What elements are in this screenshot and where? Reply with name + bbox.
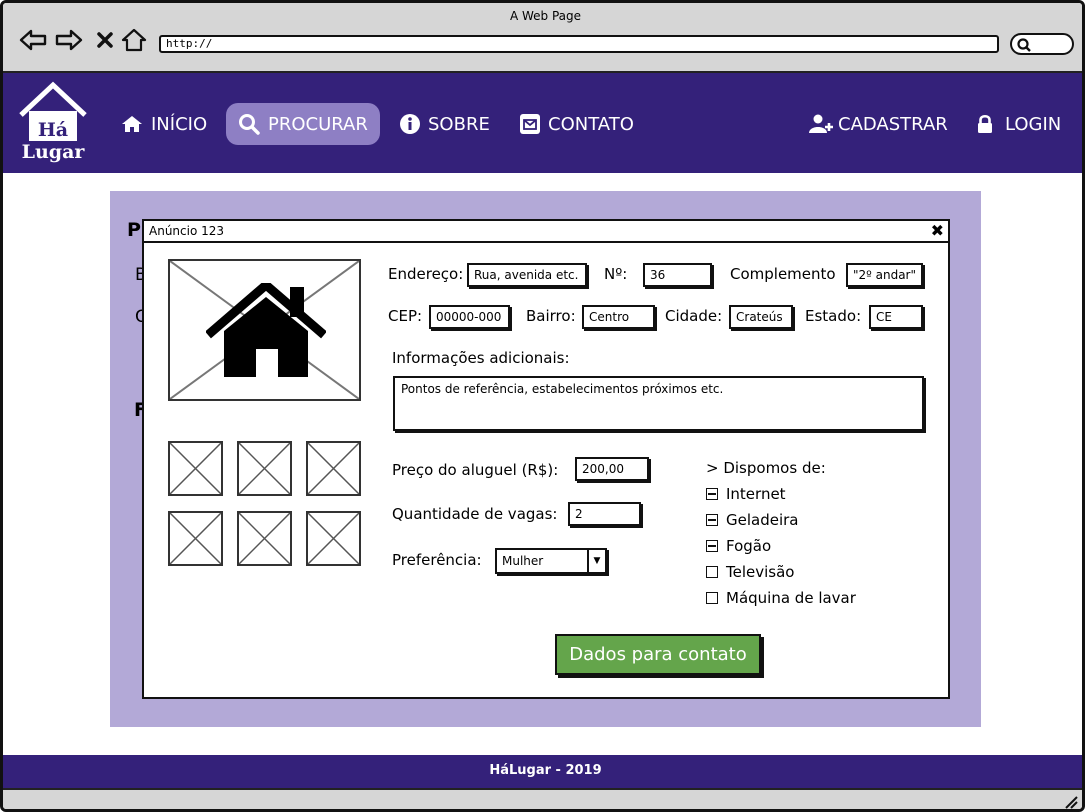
estado-field[interactable]: CE [869, 305, 923, 329]
close-icon [97, 32, 113, 48]
nav-procurar[interactable]: PROCURAR [226, 103, 380, 145]
amenity-label: Máquina de lavar [726, 589, 856, 607]
checkbox[interactable] [706, 566, 718, 578]
nav-login-label: LOGIN [1005, 113, 1062, 135]
vagas-field[interactable]: 2 [568, 502, 641, 526]
amenity-geladeira[interactable]: Geladeira [706, 511, 799, 529]
info-label: Informações adicionais: [392, 349, 570, 367]
background-heading-partial: P [127, 219, 141, 241]
browser-window: A Web Page http:// Há Lugar INÍCIO PROCU… [0, 0, 1085, 812]
info-icon [400, 114, 420, 134]
preferencia-select[interactable]: Mulher ▼ [495, 548, 607, 574]
browser-search-field[interactable] [1010, 33, 1074, 55]
logo-text-bottom: Lugar [21, 141, 85, 163]
nav-cadastrar[interactable]: CADASTRAR [809, 103, 948, 145]
image-placeholder-icon [238, 512, 291, 565]
nav-contato-label: CONTATO [548, 113, 634, 135]
home-icon [122, 116, 142, 132]
vagas-label: Quantidade de vagas: [392, 505, 558, 523]
nav-login[interactable]: LOGIN [977, 103, 1061, 145]
dialog-close-button[interactable]: ✖ [931, 222, 944, 240]
image-placeholder-icon [307, 512, 360, 565]
amenity-maquina-de-lavar[interactable]: Máquina de lavar [706, 589, 856, 607]
cidade-field[interactable]: Crateús [729, 305, 793, 329]
window-title: A Web Page [509, 9, 582, 23]
numero-label: Nº: [604, 265, 628, 283]
nav-inicio-label: INÍCIO [151, 113, 208, 135]
back-button[interactable] [19, 27, 47, 53]
chevron-down-icon[interactable]: ▼ [587, 550, 605, 572]
nav-contato[interactable]: CONTATO [520, 103, 634, 145]
image-placeholder-icon [307, 442, 360, 495]
endereco-label: Endereço: [388, 265, 464, 283]
complemento-field[interactable]: "2º andar" [846, 263, 923, 287]
amenities-header: > Dispomos de: [706, 459, 826, 477]
url-input[interactable]: http:// [159, 35, 999, 53]
nav-sobre-label: SOBRE [428, 113, 490, 135]
info-textarea[interactable]: Pontos de referência, estabelecimentos p… [393, 376, 924, 431]
site-logo[interactable]: Há Lugar [17, 81, 89, 167]
amenity-label: Internet [726, 485, 786, 503]
contact-data-button[interactable]: Dados para contato [555, 634, 761, 675]
resize-grip-icon[interactable] [1064, 795, 1078, 809]
preferencia-label: Preferência: [392, 551, 482, 569]
nav-procurar-label: PROCURAR [268, 113, 368, 135]
logo-text-top: Há [37, 119, 69, 141]
amenity-label: Fogão [726, 537, 772, 555]
listing-main-image[interactable] [168, 259, 361, 401]
listing-thumbnail[interactable] [168, 441, 223, 496]
search-icon [239, 114, 260, 135]
checkbox[interactable] [706, 540, 718, 552]
checkbox[interactable] [706, 592, 718, 604]
amenity-fogao[interactable]: Fogão [706, 537, 771, 555]
listing-thumbnail[interactable] [168, 511, 223, 566]
search-icon [1017, 38, 1031, 52]
preferencia-selected-value: Mulher [502, 554, 544, 568]
browser-chrome: A Web Page http:// [3, 3, 1082, 73]
checkbox[interactable] [706, 514, 718, 526]
cep-field[interactable]: 00000-000 [429, 305, 510, 329]
endereco-field[interactable]: Rua, avenida etc. [467, 263, 587, 287]
bairro-label: Bairro: [526, 307, 576, 325]
site-footer: HáLugar - 2019 [3, 755, 1082, 788]
listing-thumbnail[interactable] [237, 441, 292, 496]
complemento-label: Complemento [730, 265, 836, 283]
listing-thumbnail[interactable] [306, 441, 361, 496]
cidade-label: Cidade: [665, 307, 723, 325]
cep-label: CEP: [388, 307, 423, 325]
amenity-label: Geladeira [726, 511, 799, 529]
bairro-field[interactable]: Centro [582, 305, 655, 329]
forward-arrow-icon [55, 29, 83, 51]
add-user-icon [809, 114, 833, 133]
stop-button[interactable] [91, 27, 119, 53]
image-placeholder-icon [169, 512, 222, 565]
lock-icon [978, 114, 992, 133]
listing-thumbnail[interactable] [306, 511, 361, 566]
home-outline-icon [121, 28, 147, 52]
amenity-internet[interactable]: Internet [706, 485, 786, 503]
image-placeholder-icon [169, 442, 222, 495]
nav-sobre[interactable]: SOBRE [400, 103, 490, 145]
home-button[interactable] [120, 27, 148, 53]
amenity-label: Televisão [726, 563, 795, 581]
nav-inicio[interactable]: INÍCIO [121, 103, 207, 145]
checkbox[interactable] [706, 488, 718, 500]
dialog-title: Anúncio 123 [144, 221, 948, 243]
numero-field[interactable]: 36 [643, 263, 712, 287]
house-icon [206, 283, 326, 377]
preco-label: Preço do aluguel (R$): [392, 461, 559, 479]
amenity-televisao[interactable]: Televisão [706, 563, 794, 581]
image-placeholder-icon [238, 442, 291, 495]
listing-thumbnail[interactable] [237, 511, 292, 566]
browser-status-bar [3, 788, 1082, 809]
estado-label: Estado: [805, 307, 862, 325]
back-arrow-icon [19, 29, 47, 51]
nav-cadastrar-label: CADASTRAR [838, 113, 948, 135]
preco-field[interactable]: 200,00 [575, 457, 649, 481]
envelope-icon [520, 114, 540, 134]
forward-button[interactable] [55, 27, 83, 53]
site-header: Há Lugar INÍCIO PROCURAR SOBRE CONTATO C… [3, 73, 1082, 173]
